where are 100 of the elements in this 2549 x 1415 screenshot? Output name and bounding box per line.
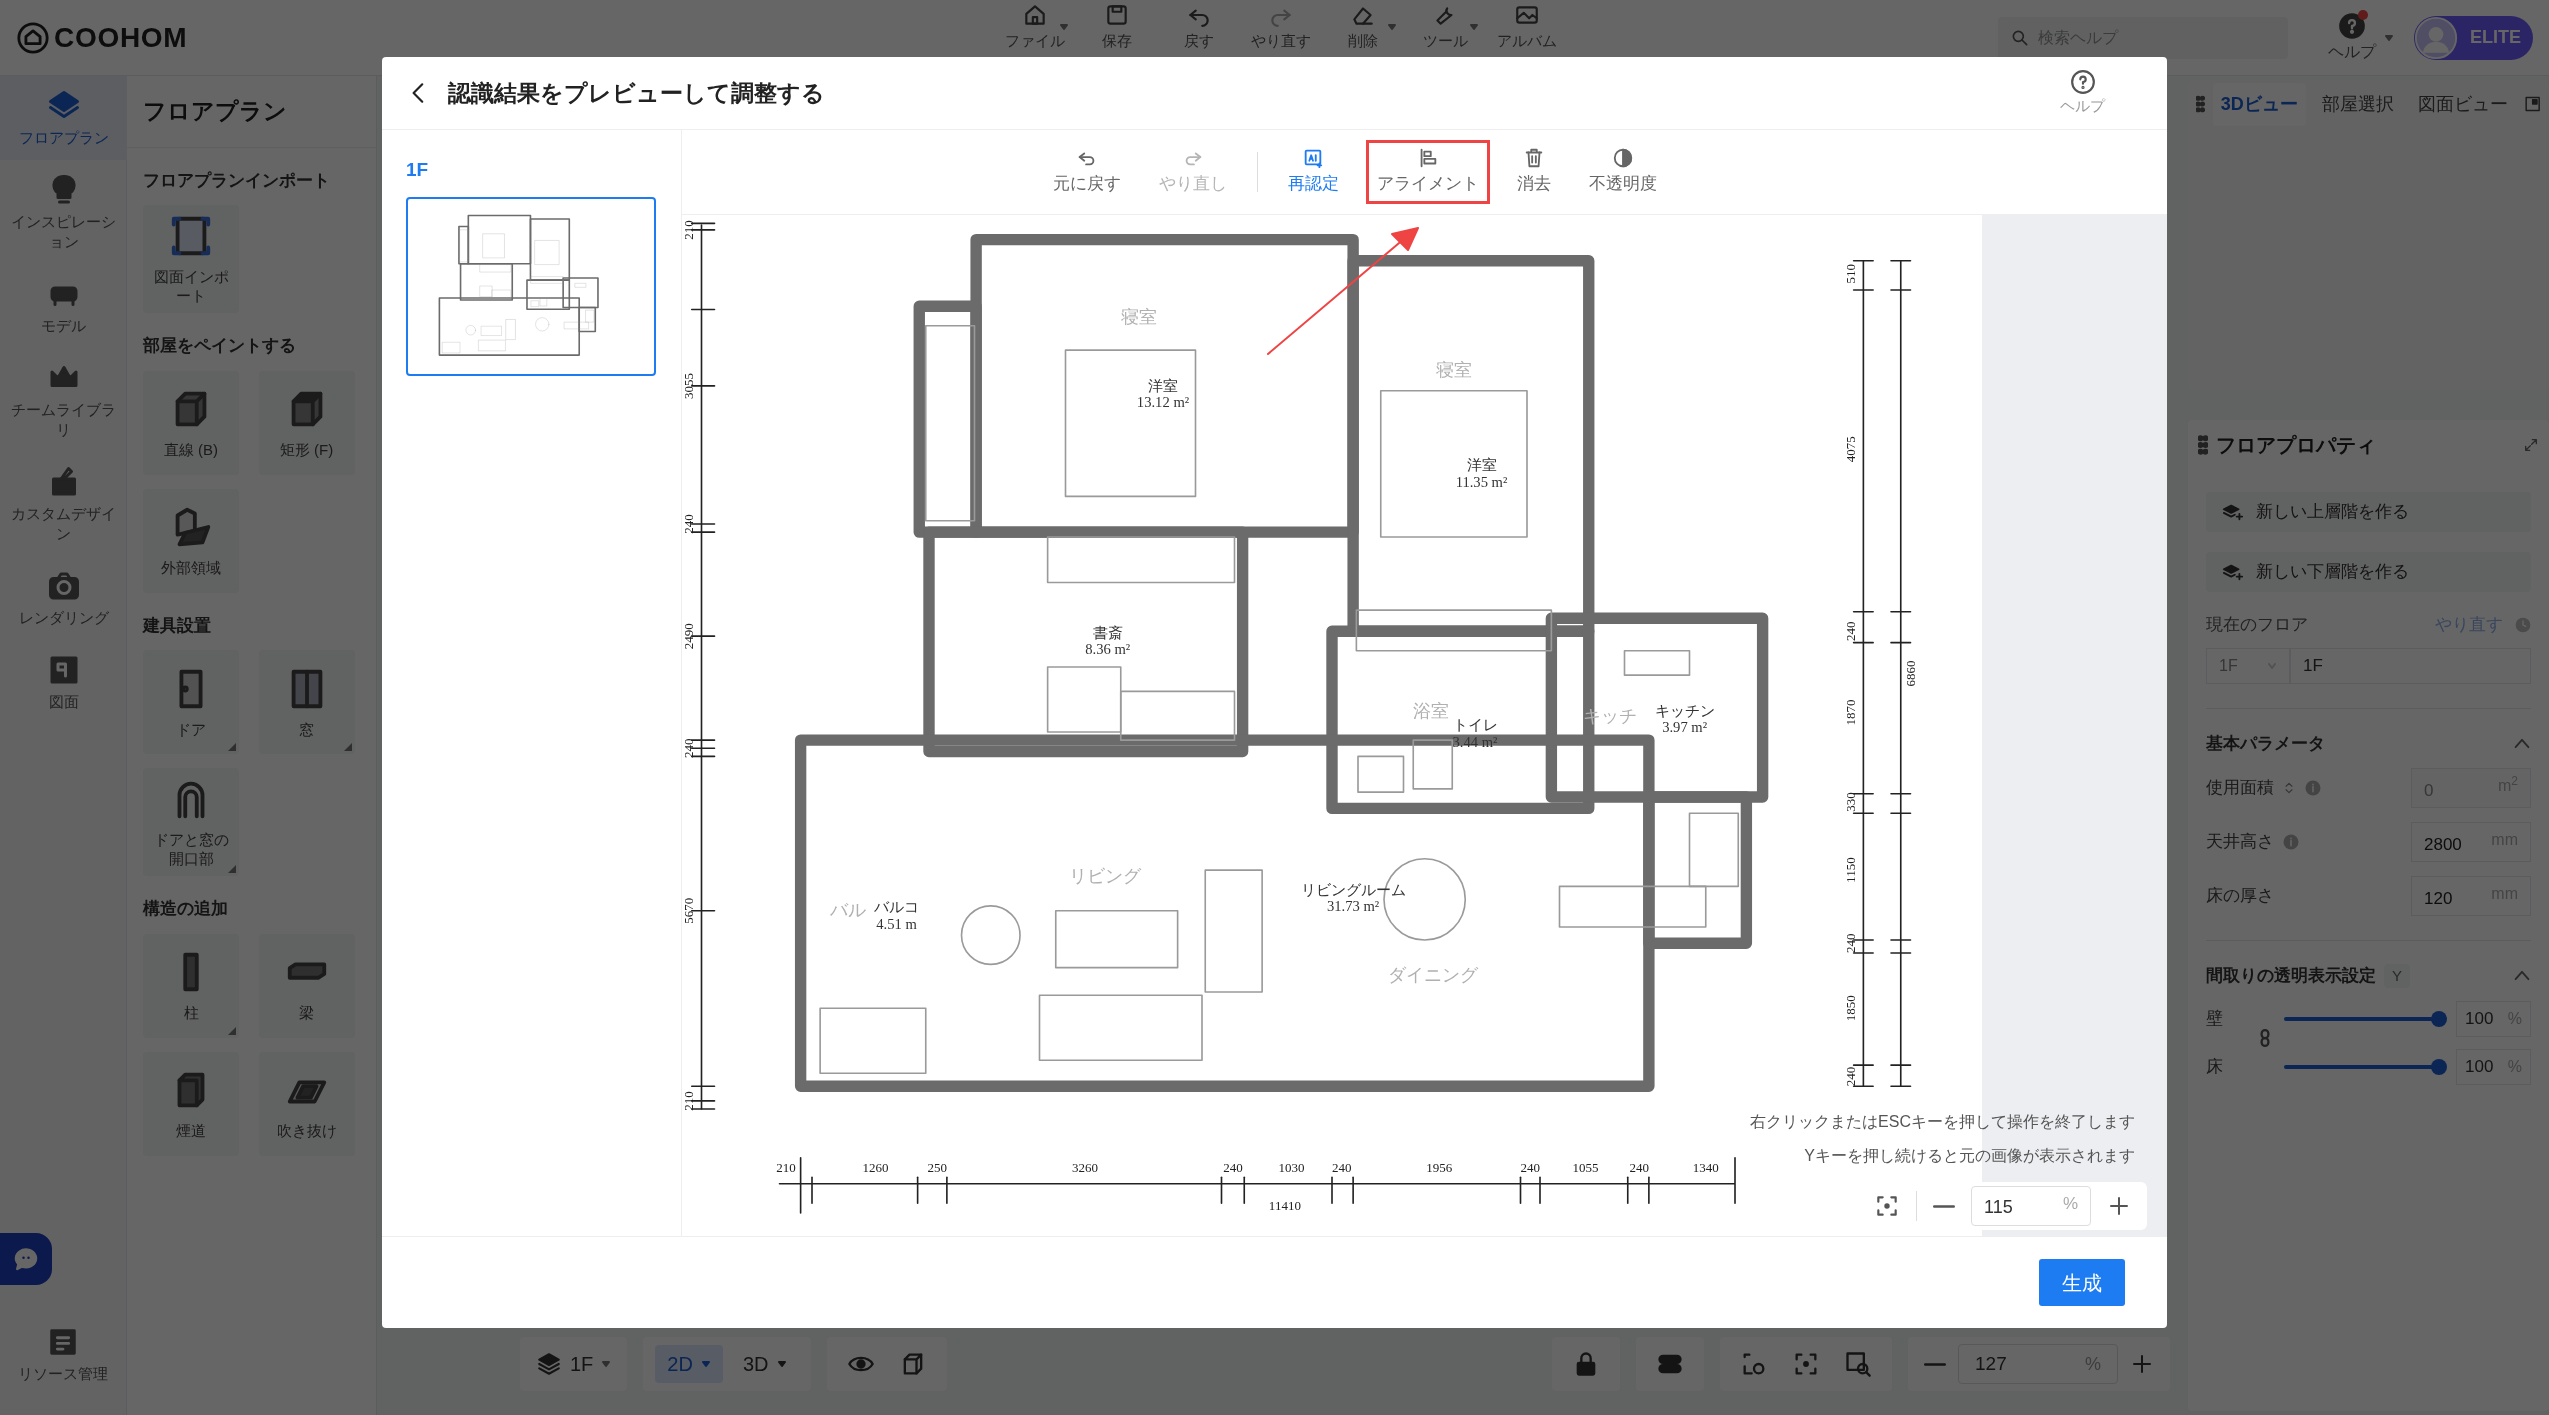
plus-icon <box>2107 1194 2131 1218</box>
tool-button[interactable]: 不透明度 <box>1580 143 1665 201</box>
nav-item[interactable]: 図面 <box>0 640 127 724</box>
floor-selector[interactable]: 1F <box>520 1337 628 1391</box>
view-mode-tab[interactable]: 3D <box>730 1345 799 1383</box>
tool-tile[interactable]: 矩形 (F) <box>258 370 355 475</box>
help-button[interactable]: ヘルプ <box>2328 11 2376 64</box>
dimension-label: 1055 <box>1572 1160 1599 1176</box>
room-name: 書斎 <box>1092 623 1123 641</box>
new-floor-button[interactable]: 新しい上層階を作る <box>2206 492 2531 532</box>
room-area: 8.36 m² <box>1085 641 1131 657</box>
room-name: 洋室 <box>1466 456 1497 474</box>
new-floor-button[interactable]: 新しい下層階を作る <box>2206 552 2531 592</box>
toolbar-button[interactable]: やり直す <box>1251 2 1311 50</box>
slider-thumb[interactable] <box>2431 1058 2447 1075</box>
dimension-label: 210 <box>682 220 697 240</box>
panel-title: フロアプロパティ <box>2216 433 2376 458</box>
tool-tile[interactable]: 外部領域 <box>143 488 239 593</box>
room-area: 4.51 m <box>876 915 917 932</box>
view-mode-tab[interactable]: 2D <box>655 1345 723 1383</box>
section-title: 基本パラメータ <box>2206 732 2325 755</box>
dimension-label: 11410 <box>1268 1197 1301 1213</box>
avatar-icon <box>2414 15 2458 60</box>
dimension-label: 1150 <box>1843 857 1859 883</box>
floor-thumbnail[interactable] <box>406 196 656 376</box>
zoom-field[interactable]: 115 % <box>1971 1186 2091 1226</box>
section-title: 構造の追加 <box>142 898 229 920</box>
layers-icon <box>536 1351 562 1377</box>
slider-thumb[interactable] <box>2431 1010 2447 1027</box>
caret-icon <box>776 1359 787 1369</box>
drag-handle-icon <box>2196 94 2205 114</box>
dimension-label: 240 <box>1223 1160 1243 1176</box>
tool-tile[interactable]: 窓 <box>258 650 355 754</box>
dimension-label: 240 <box>1332 1160 1352 1176</box>
room-name: 浴室 <box>1413 701 1450 722</box>
nav-item[interactable]: レンダリング <box>0 556 127 640</box>
floor-name-field[interactable]: 1F <box>2290 647 2531 684</box>
tool-button[interactable]: 元に戻す <box>1044 143 1129 201</box>
slider-label: 壁 <box>2206 1007 2223 1030</box>
dimension-label: 5670 <box>682 897 697 924</box>
room-name: ダイニング <box>1387 964 1478 985</box>
nav-item[interactable]: チームライブラリ <box>0 348 127 452</box>
nav-item[interactable]: カスタムデザイン <box>0 452 127 556</box>
help-icon <box>2069 68 2096 95</box>
zoom-field[interactable]: 127 % <box>1958 1344 2118 1384</box>
toolbar-button[interactable]: 保存 <box>1087 2 1147 50</box>
toolbar-button[interactable]: ツール <box>1415 2 1475 50</box>
field-label: 床の厚さ <box>2206 885 2274 908</box>
dimension-label: 2490 <box>682 623 697 650</box>
window-icon <box>2523 94 2541 114</box>
panel-title: フロアプラン <box>127 76 376 148</box>
help-icon <box>2338 11 2366 40</box>
dimension-label: 1870 <box>1843 699 1859 726</box>
toolbar-button[interactable]: ファイル <box>1005 2 1065 50</box>
chat-button[interactable] <box>0 1232 52 1285</box>
logo-icon <box>16 20 50 55</box>
dimension-label: 240 <box>1843 933 1859 953</box>
generate-button[interactable]: 生成 <box>2039 1259 2125 1306</box>
nav-item[interactable]: モデル <box>0 264 127 348</box>
plus-icon <box>2130 1352 2154 1376</box>
tool-button[interactable]: 再認定 <box>1279 143 1347 201</box>
ai-scan-icon <box>1302 147 1324 170</box>
floor-label[interactable]: 1F <box>406 156 657 185</box>
dimension-label: 240 <box>682 514 697 534</box>
nav-item[interactable]: リソース管理 <box>0 1324 126 1415</box>
percent-field[interactable]: 100 % <box>2456 1000 2531 1037</box>
section-title: 建具設置 <box>141 614 212 637</box>
room-name: 洋室 <box>1148 376 1178 394</box>
tool-tile[interactable]: ドア <box>143 650 239 754</box>
dialog-title: 認識結果をプレビューして調整する <box>448 78 825 108</box>
nav-item[interactable]: フロアプラン <box>0 76 127 160</box>
section-title: 間取りの透明表示設定 <box>2206 965 2376 987</box>
tool-tile[interactable]: 吹き抜け <box>258 1051 355 1156</box>
nav-item[interactable]: インスピレーション <box>0 160 127 264</box>
tool-tile[interactable]: 直線 (B) <box>143 370 239 475</box>
view-tab[interactable]: 部屋選択 <box>2313 82 2402 126</box>
dimension-label: 240 <box>1520 1160 1540 1176</box>
dimension-label: 210 <box>682 1091 697 1111</box>
toolbar-button[interactable]: 戻す <box>1169 2 1229 50</box>
tool-button[interactable]: アライメント <box>1368 143 1487 201</box>
dimension-label: 1956 <box>1426 1160 1453 1176</box>
dimension-label: 3260 <box>1072 1160 1098 1176</box>
tool-tile[interactable]: 煙道 <box>143 1051 239 1156</box>
dimension-label: 1340 <box>1692 1160 1719 1176</box>
caret-icon <box>2384 32 2394 43</box>
help-button[interactable]: ヘルプ <box>2060 68 2105 118</box>
percent-field[interactable]: 100 % <box>2456 1048 2531 1085</box>
toolbar-button[interactable]: アルバム <box>1497 2 1557 50</box>
view-tab[interactable]: 図面ビュー <box>2409 82 2516 126</box>
account-badge[interactable]: ELITE <box>2414 15 2533 60</box>
field-label: 天井高さ <box>2206 831 2274 854</box>
dimension-label: 240 <box>1629 1160 1649 1176</box>
hint-text: Yキーを押し続けると元の画像が表示されます <box>1804 1146 2135 1166</box>
room-name: リビングルーム <box>1300 880 1406 898</box>
tool-button[interactable]: 消去 <box>1508 143 1559 201</box>
tool-tile[interactable]: 柱 <box>143 933 239 1038</box>
toolbar-button[interactable]: 削除 <box>1333 2 1393 50</box>
tool-tile[interactable]: 図面インポート <box>143 205 239 313</box>
tool-tile[interactable]: 梁 <box>258 933 355 1038</box>
tool-tile[interactable]: ドアと窓の開口部 <box>143 768 239 876</box>
